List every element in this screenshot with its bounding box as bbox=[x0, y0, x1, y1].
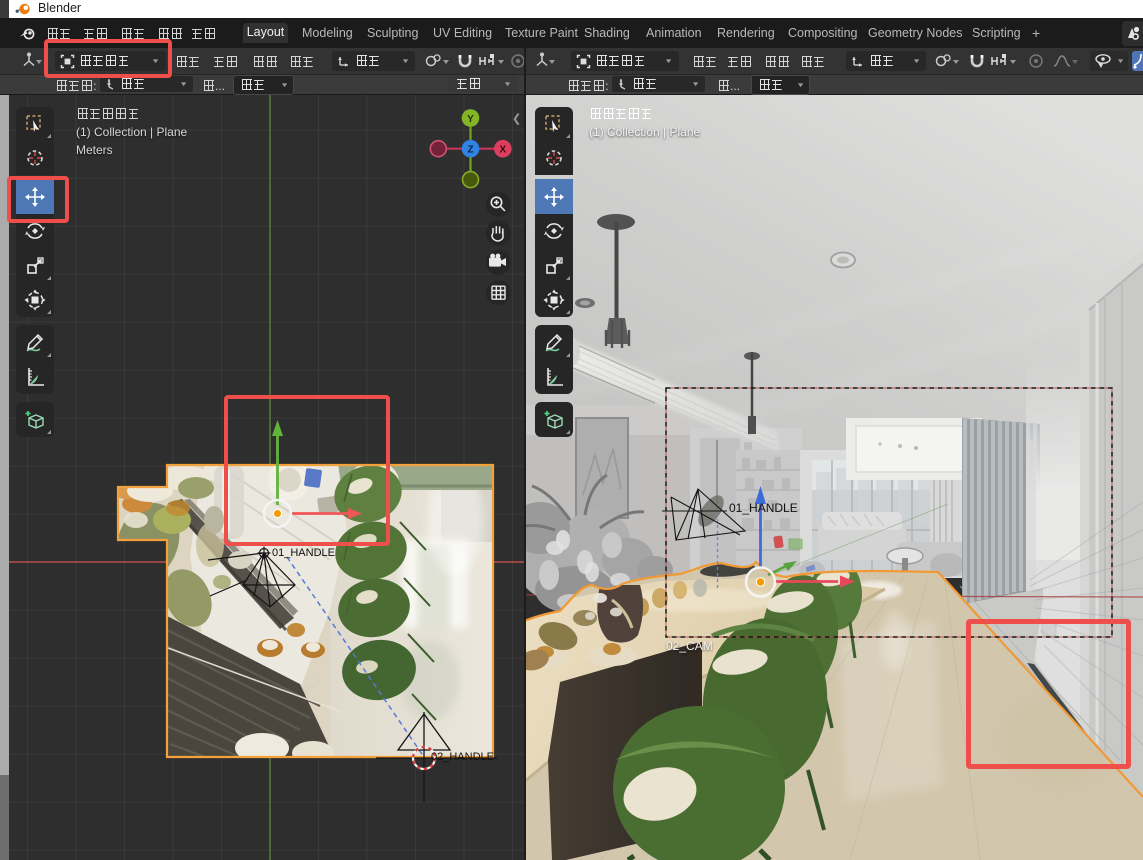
svg-text:Y: Y bbox=[467, 114, 474, 125]
svg-text:X: X bbox=[499, 145, 506, 156]
svg-text:Z: Z bbox=[467, 145, 473, 156]
